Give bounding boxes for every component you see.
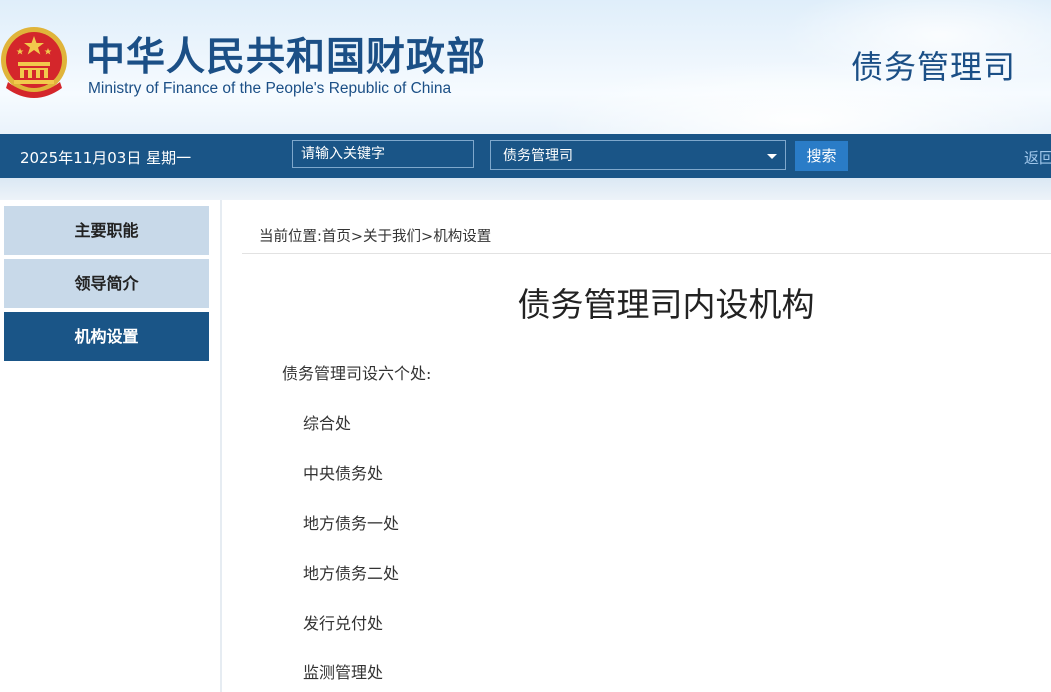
current-date: 2025年11月03日 星期一 [20,149,192,167]
site-title-en[interactable]: Ministry of Finance of the People's Repu… [88,80,451,98]
content-divider [242,253,1051,254]
sidebar-item-leaders[interactable]: 领导简介 [4,259,209,308]
nav-underlay-strip [0,178,1051,200]
header-banner: 中华人民共和国财政部 Ministry of Finance of the Pe… [0,0,1051,134]
department-name: 债务管理司 [851,48,1017,86]
page-title: 债务管理司内设机构 [517,285,815,324]
sidebar-item-functions[interactable]: 主要职能 [4,206,209,255]
chevron-down-icon [767,154,777,159]
search-input[interactable] [292,140,474,168]
breadcrumb: 当前位置:首页>关于我们>机构设置 [259,225,491,246]
list-item: 中央债务处 [303,464,384,483]
site-title-cn[interactable]: 中华人民共和国财政部 [86,26,486,82]
breadcrumb-about[interactable]: 关于我们 [363,229,421,245]
list-item: 监测管理处 [303,663,384,682]
sidebar: 主要职能 领导简介 机构设置 [0,200,220,692]
breadcrumb-home[interactable]: 首页 [322,229,351,245]
breadcrumb-separator: > [421,229,434,245]
back-link[interactable]: 返回 [1024,147,1051,168]
search-scope-value: 债务管理司 [503,148,573,164]
list-item: 地方债务二处 [303,564,400,583]
article-intro: 债务管理司设六个处: [282,364,432,383]
list-item: 发行兑付处 [303,614,384,633]
search-button[interactable]: 搜索 [795,141,848,171]
breadcrumb-prefix: 当前位置: [259,229,322,245]
search-scope-select[interactable]: 债务管理司 [490,140,786,170]
breadcrumb-current[interactable]: 机构设置 [433,229,491,245]
list-item: 综合处 [303,414,352,433]
nav-bar: 2025年11月03日 星期一 债务管理司 搜索 返回 [0,134,1051,178]
list-item: 地方债务一处 [303,514,400,533]
national-emblem-icon[interactable] [0,22,72,102]
sidebar-item-organization[interactable]: 机构设置 [4,312,209,361]
sidebar-divider [220,200,222,692]
breadcrumb-separator: > [350,229,364,245]
